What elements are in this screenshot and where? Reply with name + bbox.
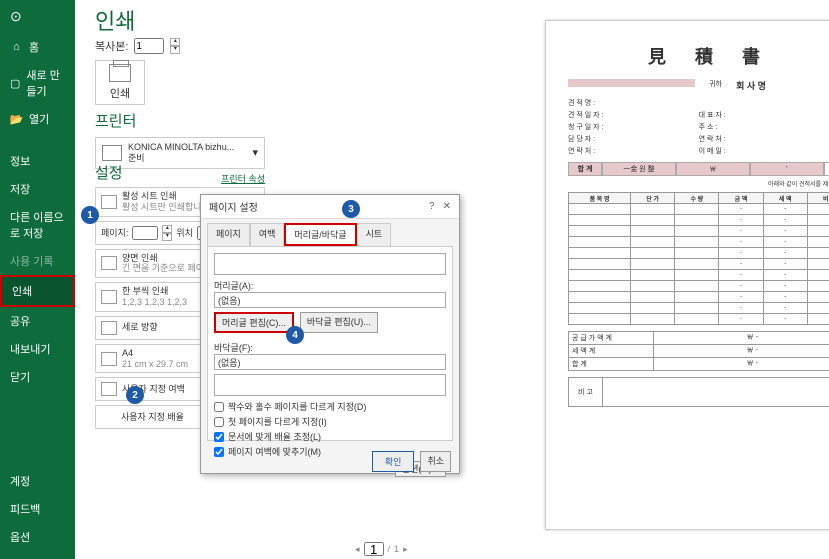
printer-heading: 프린터: [95, 110, 265, 131]
pages-from-label: 페이지:: [101, 226, 128, 239]
marker-4: 4: [286, 326, 304, 344]
paper-icon: [101, 352, 117, 366]
dialog-tabs: 페이지 여백 머리글/바닥글 시트: [201, 219, 459, 246]
nav-close[interactable]: 닫기: [0, 363, 75, 391]
nav-label: 사용 기록: [10, 253, 54, 269]
nav-print[interactable]: 인쇄: [0, 275, 75, 307]
header-preview: [214, 253, 446, 275]
check-scale-doc[interactable]: 문서에 맞게 배율 조정(L): [214, 430, 446, 443]
nav-label: 계정: [10, 473, 30, 489]
home-icon: ⌂: [10, 41, 23, 54]
copies-spinner[interactable]: ▴▾: [170, 38, 180, 54]
pages-to-label: 위치: [176, 226, 193, 239]
quote-totals: 공 급 가 액 계￦ - 세 액 계￦ - 합 계￦ -: [568, 331, 829, 371]
nav-share[interactable]: 공유: [0, 307, 75, 335]
printer-icon: [109, 64, 131, 82]
chevron-down-icon: ▾: [252, 146, 258, 159]
cancel-button[interactable]: 취소: [420, 451, 451, 472]
nav-export[interactable]: 내보내기: [0, 335, 75, 363]
dialog-titlebar: 페이지 설정 ? ✕: [201, 195, 459, 219]
nav-save[interactable]: 저장: [0, 175, 75, 203]
nav-label: 다른 이름으로 저장: [10, 209, 65, 241]
printer-info: KONICA MINOLTA bizhu... 준비: [128, 142, 246, 164]
quote-table: 품 목 명단 가수 량금 액세 액비 고 -- -- -- -- -- -- -…: [568, 192, 829, 325]
edit-header-button[interactable]: 머리글 편집(C)...: [214, 312, 294, 333]
nav-label: 저장: [10, 181, 30, 197]
print-button-label: 인쇄: [110, 85, 130, 101]
close-icon[interactable]: ✕: [443, 201, 451, 212]
tab-header-footer[interactable]: 머리글/바닥글: [284, 223, 356, 246]
nav-open[interactable]: 📂 열기: [0, 105, 75, 133]
spin-down-icon[interactable]: ▾: [170, 46, 180, 54]
from-spinner[interactable]: ▴▾: [162, 225, 172, 241]
open-icon: 📂: [10, 113, 23, 126]
marker-1: 1: [81, 206, 99, 224]
header-label: 머리글(A):: [214, 279, 446, 292]
help-icon[interactable]: ?: [429, 201, 435, 212]
page-current[interactable]: [364, 542, 384, 556]
nav-label: 내보내기: [10, 341, 50, 357]
dialog-title-text: 페이지 설정: [209, 199, 258, 214]
duplex-icon: [101, 256, 117, 270]
nav-saveas[interactable]: 다른 이름으로 저장: [0, 203, 75, 247]
nav-options[interactable]: 옵션: [0, 523, 75, 551]
marker-2: 2: [126, 386, 144, 404]
backstage-sidebar: ⊙ ⌂홈 ▢새로 만들기 📂열기 정보 저장 다른 이름으로 저장 사용 기록 …: [0, 0, 75, 559]
page-total: 1: [394, 544, 399, 554]
collate-icon: [101, 290, 117, 304]
edit-footer-button[interactable]: 바닥글 편집(U)...: [300, 312, 378, 333]
portrait-icon: [101, 321, 117, 335]
settings-heading: 설정: [95, 162, 265, 183]
page-title: 인쇄: [95, 4, 135, 36]
back-arrow[interactable]: ⊙: [0, 0, 75, 33]
pages-from-input[interactable]: [132, 226, 158, 240]
doc-title: 見 積 書: [568, 43, 829, 69]
company-name: 회 사 명: [736, 79, 829, 92]
sheets-icon: [101, 195, 117, 209]
printer-name: KONICA MINOLTA bizhu...: [128, 142, 246, 153]
printer-small-icon: [102, 145, 122, 161]
footer-label: 바닥글(F):: [214, 341, 446, 354]
nav-label: 피드백: [10, 501, 40, 517]
nav-label: 닫기: [10, 369, 30, 385]
nav-label: 인쇄: [12, 283, 32, 299]
nav-account[interactable]: 계정: [0, 467, 75, 495]
footer-select[interactable]: (없음): [214, 354, 446, 370]
nav-label: 옵션: [10, 529, 30, 545]
nav-feedback[interactable]: 피드백: [0, 495, 75, 523]
copies-control: 복사본: ▴▾: [95, 38, 180, 54]
tab-margins[interactable]: 여백: [250, 223, 285, 246]
nav-history: 사용 기록: [0, 247, 75, 275]
nav-label: 홈: [29, 39, 39, 55]
check-odd-even[interactable]: 짝수와 홀수 페이지를 다르게 지정(D): [214, 400, 446, 413]
header-select[interactable]: (없음): [214, 292, 446, 308]
print-button[interactable]: 인쇄: [95, 60, 145, 105]
footer-preview: [214, 374, 446, 396]
nav-label: 열기: [29, 111, 49, 127]
copies-input[interactable]: [134, 38, 164, 54]
nav-home[interactable]: ⌂홈: [0, 33, 75, 61]
marker-3: 3: [342, 200, 360, 218]
check-first-page[interactable]: 첫 페이지를 다르게 지정(I): [214, 415, 446, 428]
spin-up-icon[interactable]: ▴: [170, 38, 180, 46]
page-setup-dialog: 페이지 설정 ? ✕ 페이지 여백 머리글/바닥글 시트 머리글(A): (없음)…: [200, 194, 460, 474]
page-navigator: ◂ / 1 ▸: [355, 542, 408, 556]
page-next[interactable]: ▸: [403, 544, 408, 555]
tab-sheet[interactable]: 시트: [357, 223, 392, 246]
tab-page[interactable]: 페이지: [207, 223, 250, 246]
margins-icon: [101, 382, 117, 396]
nav-new[interactable]: ▢ 새로 만들기: [0, 61, 75, 105]
page-prev[interactable]: ◂: [355, 544, 360, 555]
nav-label: 공유: [10, 313, 30, 329]
nav-label: 정보: [10, 153, 30, 169]
nav-info[interactable]: 정보: [0, 147, 75, 175]
print-preview: 見 積 書 귀하 회 사 명 견 적 명 : 견 적 일 자 :대 표 자 : …: [545, 20, 829, 530]
dialog-body: 머리글(A): (없음) 머리글 편집(C)... 바닥글 편집(U)... 바…: [207, 246, 453, 441]
ok-button[interactable]: 확인: [372, 451, 415, 472]
nav-label: 새로 만들기: [26, 67, 65, 99]
copies-label: 복사본:: [95, 38, 128, 54]
new-icon: ▢: [10, 77, 20, 90]
